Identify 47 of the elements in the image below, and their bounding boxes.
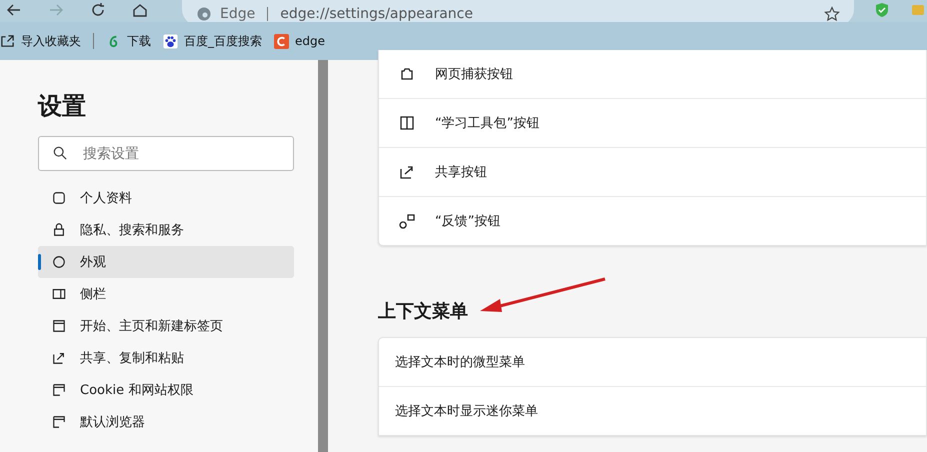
bookmark[interactable]: 下载 [106, 32, 151, 50]
sidebar-item[interactable]: 共享、复制和粘贴 [38, 342, 294, 374]
menu-item-icon [52, 415, 66, 429]
setting-label: “学习工具包”按钮 [435, 115, 540, 132]
setting-label: 选择文本时的微型菜单 [395, 354, 525, 371]
sidebar-item[interactable]: 隐私、搜索和服务 [38, 214, 294, 246]
button-type-icon [399, 164, 415, 180]
sidebar-item[interactable]: 个人资料 [38, 182, 294, 214]
sidebar-item[interactable]: 外观 [38, 246, 294, 278]
setting-label: 选择文本时显示迷你菜单 [395, 403, 538, 420]
search-field[interactable]: 搜索设置 [38, 136, 294, 171]
site-label: Edge [220, 6, 256, 22]
import-icon [0, 34, 15, 48]
section-title: 上下文菜单 [378, 300, 469, 323]
menu-item-icon [52, 351, 66, 365]
paw-icon [163, 34, 178, 48]
menu-item-icon [52, 319, 66, 333]
button-type-icon [399, 115, 415, 131]
settings-title: 设置 [38, 91, 87, 122]
setting-label: 网页捕获按钮 [435, 66, 513, 83]
back-icon[interactable] [6, 2, 22, 18]
menu-item-icon [52, 223, 66, 237]
setting-label: 共享按钮 [435, 164, 487, 181]
scrollbar[interactable] [318, 60, 328, 452]
home-icon[interactable] [132, 2, 148, 18]
address-text: edge://settings/appearance [280, 6, 474, 22]
sidebar-item[interactable]: 默认浏览器 [38, 406, 294, 438]
search-icon [53, 146, 67, 160]
bookmark[interactable]: 百度_百度搜索 [163, 32, 262, 50]
site-logo-icon [274, 34, 289, 48]
address-bar[interactable]: Edge edge://settings/appearance [182, 0, 854, 22]
sidebar-item[interactable]: Cookie 和网站权限 [38, 374, 294, 406]
bookmark[interactable]: edge [274, 34, 325, 48]
sidebar-item[interactable]: 侧栏 [38, 278, 294, 310]
button-type-icon [399, 213, 415, 229]
button-type-icon [399, 66, 415, 82]
setting-label: “反馈”按钮 [435, 213, 500, 230]
shield-icon[interactable] [874, 2, 890, 18]
menu-item-icon [52, 287, 66, 301]
browser-logo-icon [196, 6, 212, 22]
star-icon[interactable] [824, 6, 840, 22]
sidebar-item[interactable]: 开始、主页和新建标签页 [38, 310, 294, 342]
refresh-icon[interactable] [90, 2, 106, 18]
menu-item-icon [52, 383, 66, 397]
menu-item-icon [52, 255, 66, 269]
bookmark[interactable]: 导入收藏夹 [0, 32, 81, 50]
menu-item-icon [52, 191, 66, 205]
